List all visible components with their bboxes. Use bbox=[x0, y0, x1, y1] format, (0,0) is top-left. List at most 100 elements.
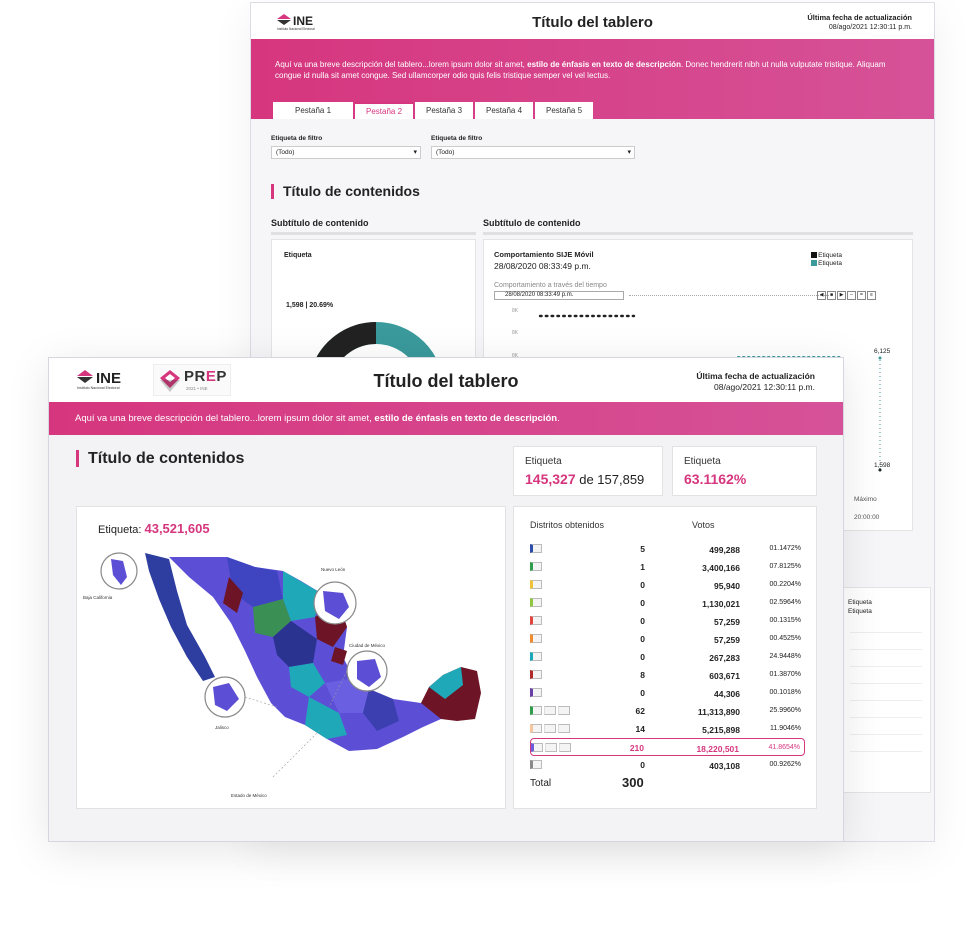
back-section-title: Título de contenidos bbox=[271, 184, 420, 199]
votes-value: 267,283 bbox=[709, 653, 740, 663]
svg-text:Baja California: Baja California bbox=[83, 595, 113, 600]
party-logo-icon bbox=[530, 634, 542, 643]
table-row: 0 1,130,021 02.5964% bbox=[530, 594, 805, 612]
divider bbox=[271, 232, 476, 235]
party-logo-icon bbox=[530, 670, 542, 679]
results-table-card: Distritos obtenidos Votos 5 499,288 01.147… bbox=[513, 506, 817, 809]
filter-2: Etiqueta de filtro (Todo) bbox=[431, 135, 635, 159]
party-logos bbox=[530, 544, 542, 553]
votes-percent: 00.4525% bbox=[769, 635, 801, 642]
party-logo-icon bbox=[545, 743, 557, 752]
votes-value: 3,400,166 bbox=[702, 563, 740, 573]
districts-count: 0 bbox=[640, 616, 645, 626]
votes-value: 18,220,501 bbox=[696, 744, 739, 754]
svg-text:Ciudad de México: Ciudad de México bbox=[349, 643, 386, 648]
side-card: Etiqueta Etiqueta bbox=[841, 587, 931, 793]
party-logos bbox=[530, 562, 542, 571]
party-logo-icon bbox=[530, 652, 542, 661]
votes-value: 95,940 bbox=[714, 581, 740, 591]
table-row: 0 403,108 00.9262% bbox=[530, 756, 805, 774]
party-logo-icon bbox=[530, 760, 542, 769]
back-filters: Etiqueta de filtro (Todo) Etiqueta de fi… bbox=[271, 135, 635, 159]
districts-count: 0 bbox=[640, 634, 645, 644]
table-row: 0 44,306 00.1018% bbox=[530, 684, 805, 702]
votes-value: 603,671 bbox=[709, 671, 740, 681]
party-logo-icon bbox=[544, 706, 556, 715]
districts-count: 0 bbox=[640, 688, 645, 698]
divider bbox=[483, 232, 913, 235]
kpi-card-2: Etiqueta 63.1162% bbox=[672, 446, 817, 496]
votes-percent: 00.1018% bbox=[769, 689, 801, 696]
votes-percent: 02.5964% bbox=[769, 599, 801, 606]
front-dashboard: INE Instituto Nacional Electoral PREP 20… bbox=[48, 357, 844, 842]
party-logo-icon bbox=[558, 706, 570, 715]
districts-count: 0 bbox=[640, 598, 645, 608]
back-tabs: Pestaña 1 Pestaña 2 Pestaña 3 Pestaña 4 … bbox=[273, 102, 593, 119]
party-logos bbox=[530, 688, 542, 697]
districts-count: 62 bbox=[635, 706, 645, 716]
table-row: 8 603,671 01.3870% bbox=[530, 666, 805, 684]
votes-percent: 25.9960% bbox=[769, 707, 801, 714]
party-logo-icon bbox=[544, 724, 556, 733]
districts-count: 14 bbox=[635, 724, 645, 734]
party-logos bbox=[530, 670, 542, 679]
votes-value: 403,108 bbox=[709, 761, 740, 771]
party-logos bbox=[530, 616, 542, 625]
districts-count: 0 bbox=[640, 652, 645, 662]
map-card: Etiqueta: 43,521,605 Baja California Nue… bbox=[76, 506, 506, 809]
party-logo-icon bbox=[530, 724, 542, 733]
votes-percent: 11.9046% bbox=[769, 725, 801, 732]
party-logo-icon bbox=[530, 688, 542, 697]
party-logo-icon bbox=[559, 743, 571, 752]
votes-value: 499,288 bbox=[709, 545, 740, 555]
mexico-map: Baja California Nuevo León Ciudad de Méx… bbox=[83, 552, 481, 798]
votes-percent: 00.1315% bbox=[769, 617, 801, 624]
filter-1: Etiqueta de filtro (Todo) bbox=[271, 135, 421, 159]
party-logos bbox=[530, 580, 542, 589]
svg-text:Jalisco: Jalisco bbox=[215, 725, 229, 730]
tab-5[interactable]: Pestaña 5 bbox=[535, 102, 593, 119]
kpi-card-1: Etiqueta 145,327 de 157,859 bbox=[513, 446, 663, 496]
tab-4[interactable]: Pestaña 4 bbox=[475, 102, 533, 119]
party-logos bbox=[531, 743, 571, 752]
total-value: 300 bbox=[622, 775, 644, 790]
back-update-info: Última fecha de actualización 08/ago/202… bbox=[807, 13, 912, 31]
table-row: 5 499,288 01.1472% bbox=[530, 540, 805, 558]
table-row: 0 57,259 00.1315% bbox=[530, 612, 805, 630]
back-subtitle-right: Subtítulo de contenido bbox=[483, 218, 581, 228]
table-row: 1 3,400,166 07.8125% bbox=[530, 558, 805, 576]
tab-3[interactable]: Pestaña 3 bbox=[415, 102, 473, 119]
votes-percent: 07.8125% bbox=[769, 563, 801, 570]
party-logos bbox=[530, 760, 542, 769]
svg-text:Nuevo León: Nuevo León bbox=[321, 567, 346, 572]
back-subtitle-left: Subtítulo de contenido bbox=[271, 218, 369, 228]
party-logos bbox=[530, 634, 542, 643]
front-header: INE Instituto Nacional Electoral PREP 20… bbox=[49, 358, 843, 402]
table-row: 0 267,283 24.9448% bbox=[530, 648, 805, 666]
party-logos bbox=[530, 724, 570, 733]
party-logos bbox=[530, 652, 542, 661]
update-info: Última fecha de actualización 08/ago/202… bbox=[696, 371, 815, 392]
tab-2[interactable]: Pestaña 2 bbox=[355, 102, 413, 119]
filter-1-select[interactable]: (Todo) bbox=[271, 146, 421, 159]
filter-2-select[interactable]: (Todo) bbox=[431, 146, 635, 159]
table-row: 14 5,215,898 11.9046% bbox=[530, 720, 805, 738]
votes-percent: 01.3870% bbox=[769, 671, 801, 678]
votes-value: 57,259 bbox=[714, 617, 740, 627]
votes-percent: 24.9448% bbox=[769, 653, 801, 660]
col-header-districts: Distritos obtenidos bbox=[530, 520, 605, 530]
votes-value: 1,130,021 bbox=[702, 599, 740, 609]
col-header-votes: Votos bbox=[692, 520, 715, 530]
votes-value: 11,313,890 bbox=[697, 707, 740, 717]
description-band: Aquí va una breve descripción del tabler… bbox=[49, 402, 843, 435]
votes-value: 44,306 bbox=[714, 689, 740, 699]
tab-1[interactable]: Pestaña 1 bbox=[273, 102, 353, 119]
table-row: 62 11,313,890 25.9960% bbox=[530, 702, 805, 720]
total-label: Total bbox=[530, 778, 552, 789]
votes-value: 57,259 bbox=[714, 635, 740, 645]
back-header: INE Instituto Nacional Electoral Título … bbox=[251, 3, 934, 39]
party-logo-icon bbox=[530, 616, 542, 625]
districts-count: 0 bbox=[640, 760, 645, 770]
votes-percent: 41.8654% bbox=[768, 744, 800, 751]
votes-percent: 01.1472% bbox=[769, 545, 801, 552]
